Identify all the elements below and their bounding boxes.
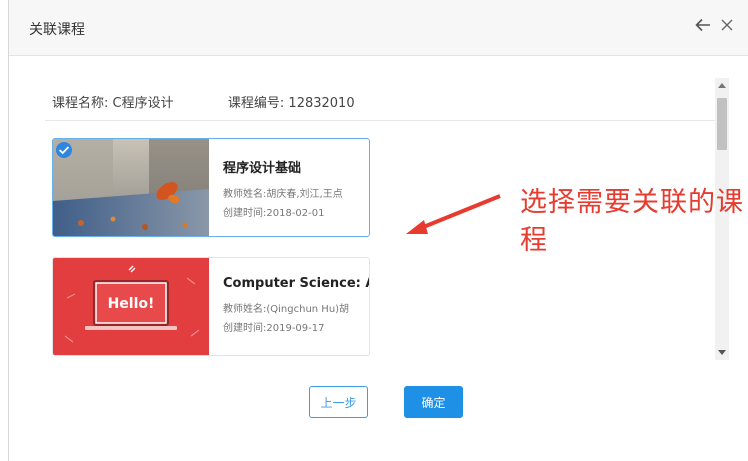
caret-down-icon	[718, 350, 726, 355]
course-created: 创建时间:2018-02-01	[223, 204, 369, 223]
check-icon	[53, 139, 75, 161]
course-card[interactable]: Hello! Computer Science: Al 教师姓名:(Qingch…	[52, 257, 370, 356]
teacher-label: 教师姓名:	[223, 304, 267, 315]
course-code-label: 课程编号:	[227, 96, 285, 111]
close-button[interactable]	[716, 12, 738, 38]
course-info: 课程名称: C程序设计 课程编号: 12832010	[52, 92, 355, 111]
course-created: 创建时间:2019-09-17	[223, 319, 369, 338]
course-name-label: 课程名称:	[52, 96, 109, 111]
previous-button[interactable]: 上一步	[309, 386, 368, 418]
course-card-body: Computer Science: Al 教师姓名:(Qingchun Hu)胡…	[223, 276, 369, 338]
divider	[45, 120, 717, 121]
course-teacher: 教师姓名:(Qingchun Hu)胡	[223, 300, 369, 319]
scroll-down-button[interactable]	[715, 346, 729, 360]
scroll-up-button[interactable]	[715, 78, 729, 92]
dialog-header: 关联课程	[9, 0, 748, 56]
teacher-value: (Qingchun Hu)胡	[266, 304, 350, 315]
dialog: 关联课程 课程名称: C程序设计 课程编号: 12832010 程序设计基础 教…	[8, 0, 748, 461]
annotation-text: 选择需要关联的课程	[520, 187, 744, 256]
created-label: 创建时间:	[223, 208, 267, 219]
teacher-value: 胡庆春,刘江,王点	[266, 189, 343, 200]
close-icon	[721, 19, 733, 31]
created-label: 创建时间:	[223, 323, 267, 334]
course-title: Computer Science: Al	[223, 276, 369, 291]
course-thumbnail	[53, 139, 209, 236]
annotation-arrow-icon	[406, 194, 501, 234]
course-thumbnail: Hello!	[53, 258, 209, 355]
course-card-body: 程序设计基础 教师姓名:胡庆春,刘江,王点 创建时间:2018-02-01	[223, 157, 369, 223]
confirm-button[interactable]: 确定	[404, 386, 463, 418]
course-name-value: C程序设计	[112, 96, 174, 111]
course-card[interactable]: 程序设计基础 教师姓名:胡庆春,刘江,王点 创建时间:2018-02-01	[52, 138, 370, 237]
created-value: 2019-09-17	[266, 323, 325, 334]
course-code-value: 12832010	[288, 96, 355, 111]
course-title: 程序设计基础	[223, 161, 302, 176]
arrow-left-icon	[695, 18, 710, 32]
back-button[interactable]	[692, 12, 714, 38]
scrollbar-thumb[interactable]	[717, 98, 727, 150]
thumbnail-text: Hello!	[108, 296, 155, 312]
created-value: 2018-02-01	[266, 208, 325, 219]
dialog-title: 关联课程	[29, 22, 85, 38]
caret-up-icon	[718, 83, 726, 88]
teacher-label: 教师姓名:	[223, 189, 267, 200]
course-teacher: 教师姓名:胡庆春,刘江,王点	[223, 185, 369, 204]
